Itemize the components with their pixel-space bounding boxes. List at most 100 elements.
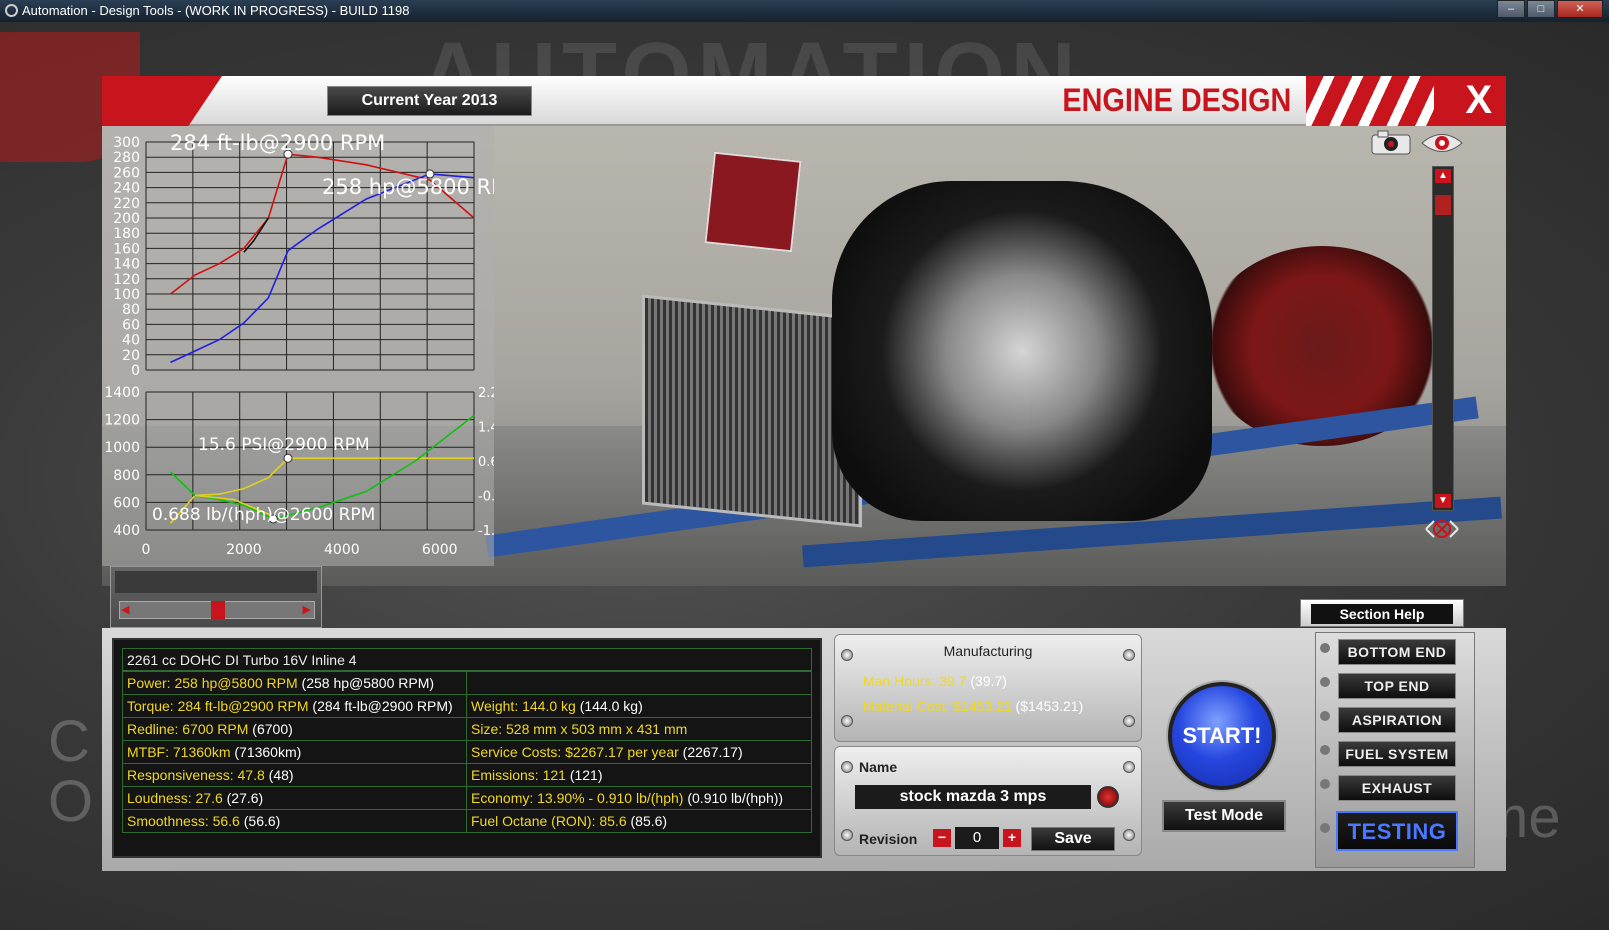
stats-row: MTBF: 71360km (71360km) Service Costs: $2… — [123, 740, 811, 763]
man-hours: Man Hours: 39.7 (39.7) — [863, 673, 1007, 689]
stat-value: Emissions: 121 — [471, 767, 566, 783]
chart-tick-label: 280 — [113, 150, 140, 166]
nav-rail-dot — [1320, 823, 1330, 833]
design-name-panel: Name stock mazda 3 mps Revision − 0 + Sa… — [834, 746, 1142, 856]
manufacturing-title: Manufacturing — [943, 643, 1033, 659]
screw-icon — [1123, 761, 1135, 773]
stats-cell: Fuel Octane (RON): 85.6 (85.6) — [467, 809, 811, 832]
zoom-scroll-thumb[interactable] — [1435, 195, 1451, 215]
stats-cell: Power: 258 hp@5800 RPM (258 hp@5800 RPM) — [123, 671, 467, 694]
window-titlebar: Automation - Design Tools - (WORK IN PRO… — [0, 0, 1609, 22]
chevron-down-icon[interactable]: ▼ — [1435, 494, 1451, 508]
nav-fuel-system[interactable]: FUEL SYSTEM — [1338, 741, 1456, 767]
rpm-slider-handle[interactable] — [211, 601, 225, 619]
chart-tick-label: 120 — [113, 272, 140, 288]
chart-tick-label: 240 — [113, 181, 140, 197]
chart-tick-label: 1400 — [104, 385, 140, 401]
nav-rail-dot — [1320, 745, 1330, 755]
stat-base-value: (284 ft-lb@2900 RPM) — [308, 698, 453, 714]
chart-tick-label: 300 — [113, 135, 140, 151]
stats-row: Smoothness: 56.6 (56.6) Fuel Octane (RON)… — [123, 809, 811, 832]
stats-cell: Emissions: 121 (121) — [467, 763, 811, 786]
chart-tick-label: 20 — [122, 348, 140, 364]
nav-top-end[interactable]: TOP END — [1338, 673, 1456, 699]
current-year: Current Year 2013 — [327, 86, 532, 116]
stats-table: Power: 258 hp@5800 RPM (258 hp@5800 RPM)… — [122, 670, 812, 833]
page-title: ENGINE DESIGN — [1062, 82, 1291, 118]
nav-bottom-end[interactable]: BOTTOM END — [1338, 639, 1456, 665]
charts-svg: 3002802602402202001801601401201008060402… — [104, 131, 494, 558]
maximize-icon[interactable]: □ — [1527, 0, 1555, 18]
start-button[interactable]: START! — [1168, 682, 1276, 790]
stat-base-value: (48) — [264, 767, 294, 783]
stats-cell: Smoothness: 56.6 (56.6) — [123, 809, 467, 832]
chart-tick-label: -0.2 — [478, 490, 494, 505]
engine-model — [832, 181, 1212, 521]
stat-base-value: (85.6) — [626, 813, 668, 829]
screw-icon — [841, 829, 853, 841]
close-window-icon[interactable]: ✕ — [1557, 0, 1603, 18]
chevron-up-icon[interactable]: ▲ — [1435, 169, 1451, 183]
minimize-icon[interactable]: – — [1497, 0, 1525, 18]
stats-cell: Weight: 144.0 kg (144.0 kg) — [467, 694, 811, 717]
window-controls: – □ ✕ — [1495, 0, 1603, 18]
test-mode-button[interactable]: Test Mode — [1162, 800, 1286, 832]
camera-icon[interactable] — [1370, 130, 1414, 156]
section-help-button[interactable]: Section Help — [1300, 599, 1464, 627]
panel-header: Current Year 2013 ENGINE DESIGN X — [102, 76, 1506, 126]
reset-name-icon[interactable] — [1097, 786, 1119, 808]
chart-tick-label: 40 — [122, 333, 140, 349]
engine-name-field[interactable]: stock mazda 3 mps — [855, 785, 1091, 809]
chevron-right-icon[interactable]: ▶ — [303, 603, 311, 616]
stats-cell: Redline: 6700 RPM (6700) — [123, 717, 467, 740]
rotate-view-icon[interactable] — [1420, 516, 1464, 542]
stats-cell: Size: 528 mm x 503 mm x 431 mm — [467, 717, 811, 740]
chart-tick-label: 6000 — [422, 542, 458, 558]
stat-value: Smoothness: 56.6 — [127, 813, 240, 829]
stats-row: Responsiveness: 47.8 (48) Emissions: 121 … — [123, 763, 811, 786]
stat-base-value: (258 hp@5800 RPM) — [297, 675, 435, 691]
stat-value: Power: 258 hp@5800 RPM — [127, 675, 298, 691]
man-hours-value: Man Hours: 39.7 — [863, 673, 967, 689]
nav-rail-dot — [1320, 779, 1330, 789]
engine-summary: 2261 cc DOHC DI Turbo 16V Inline 4 — [122, 648, 812, 670]
nav-exhaust[interactable]: EXHAUST — [1338, 775, 1456, 801]
app-icon — [5, 4, 18, 17]
close-panel-button[interactable]: X — [1465, 78, 1492, 123]
material-cost: Material Cost: $1453.21 ($1453.21) — [863, 698, 1083, 714]
nav-testing[interactable]: TESTING — [1336, 811, 1458, 851]
stat-base-value: (6700) — [248, 721, 293, 737]
chart-tick-label: 0 — [142, 542, 151, 558]
stat-value: Fuel Octane (RON): 85.6 — [471, 813, 627, 829]
chart-annotation: 284 ft-lb@2900 RPM — [170, 131, 385, 155]
eye-icon[interactable] — [1420, 130, 1464, 156]
chevron-left-icon[interactable]: ◀ — [121, 603, 129, 616]
chart-tick-label: 160 — [113, 241, 140, 257]
chart-tick-label: 400 — [113, 523, 140, 539]
save-button[interactable]: Save — [1031, 827, 1115, 851]
zoom-scrollbar[interactable]: ▲ ▼ — [1432, 166, 1454, 511]
stat-base-value: (27.6) — [222, 790, 264, 806]
screw-icon — [1123, 715, 1135, 727]
window-title: Automation - Design Tools - (WORK IN PRO… — [22, 3, 410, 18]
revision-decrement-button[interactable]: − — [933, 829, 951, 847]
screw-icon — [1123, 829, 1135, 841]
stats-cell: MTBF: 71360km (71360km) — [123, 740, 467, 763]
chart-marker — [283, 453, 293, 463]
chart-tick-label: 2000 — [226, 542, 262, 558]
chart-series-line — [170, 173, 475, 364]
chart-tick-label: 1.4 — [478, 421, 494, 436]
chart-tick-label: 200 — [113, 211, 140, 227]
nav-aspiration[interactable]: ASPIRATION — [1338, 707, 1456, 733]
chart-tick-label: 2.2 — [478, 386, 494, 401]
screw-icon — [1123, 649, 1135, 661]
screw-icon — [841, 715, 853, 727]
revision-increment-button[interactable]: + — [1003, 829, 1021, 847]
stats-cell — [467, 671, 811, 694]
man-hours-base: (39.7) — [966, 673, 1007, 689]
section-help-label: Section Help — [1311, 604, 1453, 624]
background-ghost-text-left: C O — [48, 709, 94, 834]
chart-tick-label: 260 — [113, 165, 140, 181]
stat-value: Responsiveness: 47.8 — [127, 767, 265, 783]
material-cost-value: Material Cost: $1453.21 — [863, 698, 1012, 714]
